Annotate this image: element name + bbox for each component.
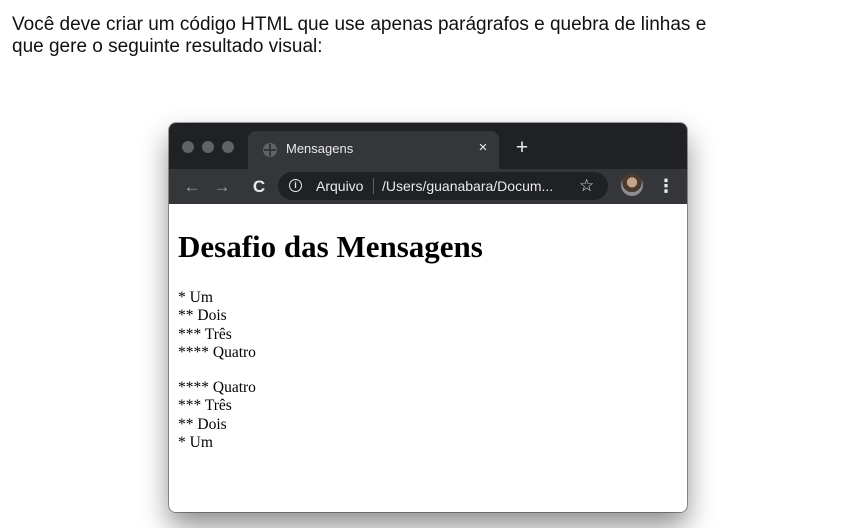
forward-arrow-icon[interactable]: → (210, 175, 234, 199)
back-arrow-icon[interactable]: ← (180, 175, 204, 199)
instructions-text: Você deve criar um código HTML que use a… (12, 14, 852, 58)
window-zoom-dot[interactable] (222, 141, 234, 153)
page-content: Desafio das Mensagens * Um ** Dois *** T… (169, 204, 687, 512)
close-icon[interactable]: × (474, 139, 492, 157)
avatar[interactable] (621, 174, 643, 196)
address-bar[interactable]: i Arquivo /Users/guanabara/Docum... ☆ (278, 172, 608, 200)
list-line: *** Três (178, 397, 232, 415)
new-tab-button[interactable]: + (511, 137, 533, 159)
list-line: *** Três (178, 325, 232, 343)
list-line: ** Dois (178, 307, 227, 325)
reload-icon[interactable]: C (247, 175, 271, 199)
paragraph-ascending: * Um ** Dois *** Três **** Quatro (178, 289, 256, 362)
security-label[interactable]: Arquivo (316, 178, 363, 194)
tab-mensagens[interactable]: Mensagens × (248, 131, 499, 169)
window-minimize-dot[interactable] (202, 141, 214, 153)
tab-title: Mensagens (286, 141, 354, 156)
instructions-line-2: que gere o seguinte resultado visual: (12, 36, 323, 57)
info-icon[interactable]: i (289, 179, 302, 192)
browser-toolbar: ← → C i Arquivo /Users/guanabara/Docum..… (169, 169, 687, 204)
kebab-menu-icon[interactable]: ⋮ (657, 175, 675, 197)
url-text[interactable]: /Users/guanabara/Docum... (382, 178, 553, 194)
list-line: **** Quatro (178, 379, 256, 396)
browser-window: Mensagens × + ← → C i Arquivo /Users/gua… (169, 123, 687, 512)
tab-strip: Mensagens × + (169, 123, 687, 169)
list-line: ** Dois (178, 415, 227, 433)
globe-icon (263, 143, 277, 157)
paragraph-descending: **** Quatro *** Três ** Dois * Um (178, 379, 256, 452)
bookmark-star-icon[interactable]: ☆ (579, 175, 594, 197)
window-close-dot[interactable] (182, 141, 194, 153)
list-line: * Um (178, 289, 213, 306)
page-title: Desafio das Mensagens (178, 229, 483, 264)
list-line: **** Quatro (178, 343, 256, 361)
instructions-line-1: Você deve criar um código HTML que use a… (12, 14, 707, 35)
list-line: * Um (178, 433, 213, 451)
address-divider (373, 178, 374, 194)
